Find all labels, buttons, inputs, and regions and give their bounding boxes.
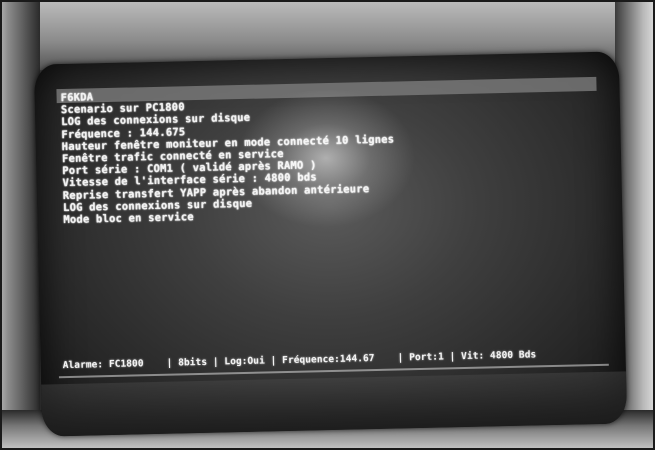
photo: F6KDA Scenario sur PC1800 LOG des connex…	[0, 0, 655, 450]
status-bar: Alarme: FC1800 | 8bits | Log:Oui | Fréqu…	[62, 349, 537, 372]
crt-screen: F6KDA Scenario sur PC1800 LOG des connex…	[33, 51, 628, 437]
monitor-bezel-left	[0, 0, 40, 450]
terminal-output: F6KDA Scenario sur PC1800 LOG des connex…	[60, 80, 593, 226]
